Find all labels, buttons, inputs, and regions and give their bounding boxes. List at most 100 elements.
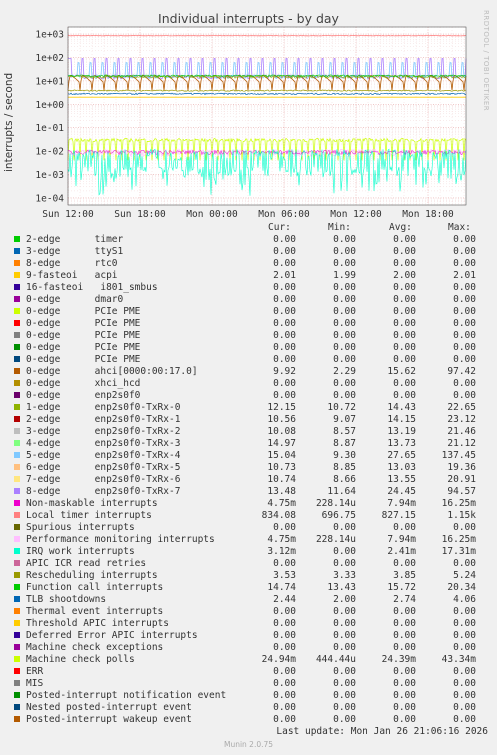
legend-swatch: [14, 608, 20, 614]
legend-max: 0.00: [453, 390, 476, 401]
legend-name: Thermal event interrupts: [26, 606, 164, 617]
legend-swatch: [14, 272, 20, 278]
legend-max: 0.00: [453, 234, 476, 245]
legend-min: 0.00: [333, 234, 356, 245]
legend-min: 0.00: [333, 318, 356, 329]
legend-name: 8-edge rtc0: [26, 258, 118, 269]
legend-avg: 0.00: [393, 606, 416, 617]
legend-min: 8.87: [333, 438, 356, 449]
legend-swatch: [14, 356, 20, 362]
legend-avg: 2.74: [393, 594, 416, 605]
legend-avg: 2.00: [393, 270, 416, 281]
legend-row: Thermal event interrupts 0.00 0.00 0.00 0.00: [0, 606, 497, 618]
legend-avg: 0.00: [393, 378, 416, 389]
legend-avg: 7.94m: [387, 498, 416, 509]
legend-min: 8.66: [333, 474, 356, 485]
legend-name: ERR: [26, 666, 44, 677]
legend-min: 0.00: [333, 606, 356, 617]
legend-cur: 12.15: [267, 402, 296, 413]
x-tick-label: Mon 00:00: [186, 209, 238, 220]
legend-max: 21.46: [447, 426, 476, 437]
legend-cur: 0.00: [273, 390, 296, 401]
legend-min: 9.07: [333, 414, 356, 425]
legend-max: 0.00: [453, 246, 476, 257]
legend-cur: 3.53: [273, 570, 296, 581]
legend-name: 7-edge enp2s0f0-TxRx-6: [26, 474, 181, 485]
legend-name: 3-edge enp2s0f0-TxRx-2: [26, 426, 181, 437]
legend-max: 22.65: [447, 402, 476, 413]
legend-max: 0.00: [453, 258, 476, 269]
legend-swatch: [14, 308, 20, 314]
legend-swatch: [14, 344, 20, 350]
legend-row: Deferred Error APIC interrupts 0.00 0.00 0.…: [0, 630, 497, 642]
legend-swatch: [14, 284, 20, 290]
legend-avg: 0.00: [393, 294, 416, 305]
legend-cur: 10.74: [267, 474, 296, 485]
legend-max: 1.15k: [447, 510, 476, 521]
legend-min: 10.72: [327, 402, 356, 413]
legend-max: 97.42: [447, 366, 476, 377]
legend-avg: 15.62: [387, 366, 416, 377]
legend-avg: 0.00: [393, 618, 416, 629]
legend-cur: 24.94m: [261, 654, 296, 665]
legend-max: 0.00: [453, 522, 476, 533]
legend-avg: 0.00: [393, 282, 416, 293]
legend-max: 0.00: [453, 282, 476, 293]
legend-min: 8.57: [333, 426, 356, 437]
col-avg-header: Avg:: [389, 222, 412, 233]
legend-avg: 0.00: [393, 246, 416, 257]
legend-row: 0-edge enp2s0f0 0.00 0.00 0.00 0.00: [0, 390, 497, 402]
legend-swatch: [14, 644, 20, 650]
legend-swatch: [14, 692, 20, 698]
legend-avg: 27.65: [387, 450, 416, 461]
legend-row: 9-fasteoi acpi 2.01 1.99 2.00 2.01: [0, 270, 497, 282]
legend-avg: 0.00: [393, 678, 416, 689]
legend-min: 0.00: [333, 522, 356, 533]
x-tick-label: Mon 12:00: [330, 209, 382, 220]
legend-max: 0.00: [453, 618, 476, 629]
legend-avg: 13.03: [387, 462, 416, 473]
legend-swatch: [14, 572, 20, 578]
legend-min: 696.75: [321, 510, 356, 521]
legend-name: Local timer interrupts: [26, 510, 152, 521]
legend-name: 0-edge dmar0: [26, 294, 124, 305]
legend-min: 0.00: [333, 690, 356, 701]
legend-max: 0.00: [453, 642, 476, 653]
legend-min: 2.29: [333, 366, 356, 377]
legend-max: 94.57: [447, 486, 476, 497]
legend-max: 137.45: [441, 450, 476, 461]
legend-name: Threshold APIC interrupts: [26, 618, 169, 629]
legend-max: 0.00: [453, 378, 476, 389]
legend-swatch: [14, 656, 20, 662]
legend-swatch: [14, 584, 20, 590]
legend-row: 0-edge PCIe PME 0.00 0.00 0.00 0.00: [0, 318, 497, 330]
legend-swatch: [14, 332, 20, 338]
legend-min: 11.64: [327, 486, 356, 497]
legend-row: Posted-interrupt wakeup event 0.00 0.00 0.0…: [0, 714, 497, 726]
legend-min: 0.00: [333, 306, 356, 317]
legend-min: 8.85: [333, 462, 356, 473]
legend-min: 2.00: [333, 594, 356, 605]
legend-min: 0.00: [333, 714, 356, 725]
legend-min: 228.14u: [315, 534, 356, 545]
legend-name: 3-edge ttyS1: [26, 246, 124, 257]
legend-avg: 15.72: [387, 582, 416, 593]
legend-swatch: [14, 548, 20, 554]
legend-name: 0-edge PCIe PME: [26, 354, 141, 365]
legend-cur: 2.44: [273, 594, 296, 605]
legend-min: 0.00: [333, 330, 356, 341]
legend-cur: 0.00: [273, 282, 296, 293]
legend-swatch: [14, 620, 20, 626]
legend-max: 0.00: [453, 678, 476, 689]
legend-min: 0.00: [333, 390, 356, 401]
legend-min: 0.00: [333, 630, 356, 641]
legend-name: 0-edge PCIe PME: [26, 330, 141, 341]
legend-row: Function call interrupts 14.74 13.43 15.72 2…: [0, 582, 497, 594]
legend-name: Posted-interrupt wakeup event: [26, 714, 192, 725]
legend-cur: 0.00: [273, 306, 296, 317]
legend-max: 0.00: [453, 690, 476, 701]
legend-swatch: [14, 716, 20, 722]
legend-max: 20.91: [447, 474, 476, 485]
legend-swatch: [14, 380, 20, 386]
legend-row: Performance monitoring interrupts 4.75m 22…: [0, 534, 497, 546]
